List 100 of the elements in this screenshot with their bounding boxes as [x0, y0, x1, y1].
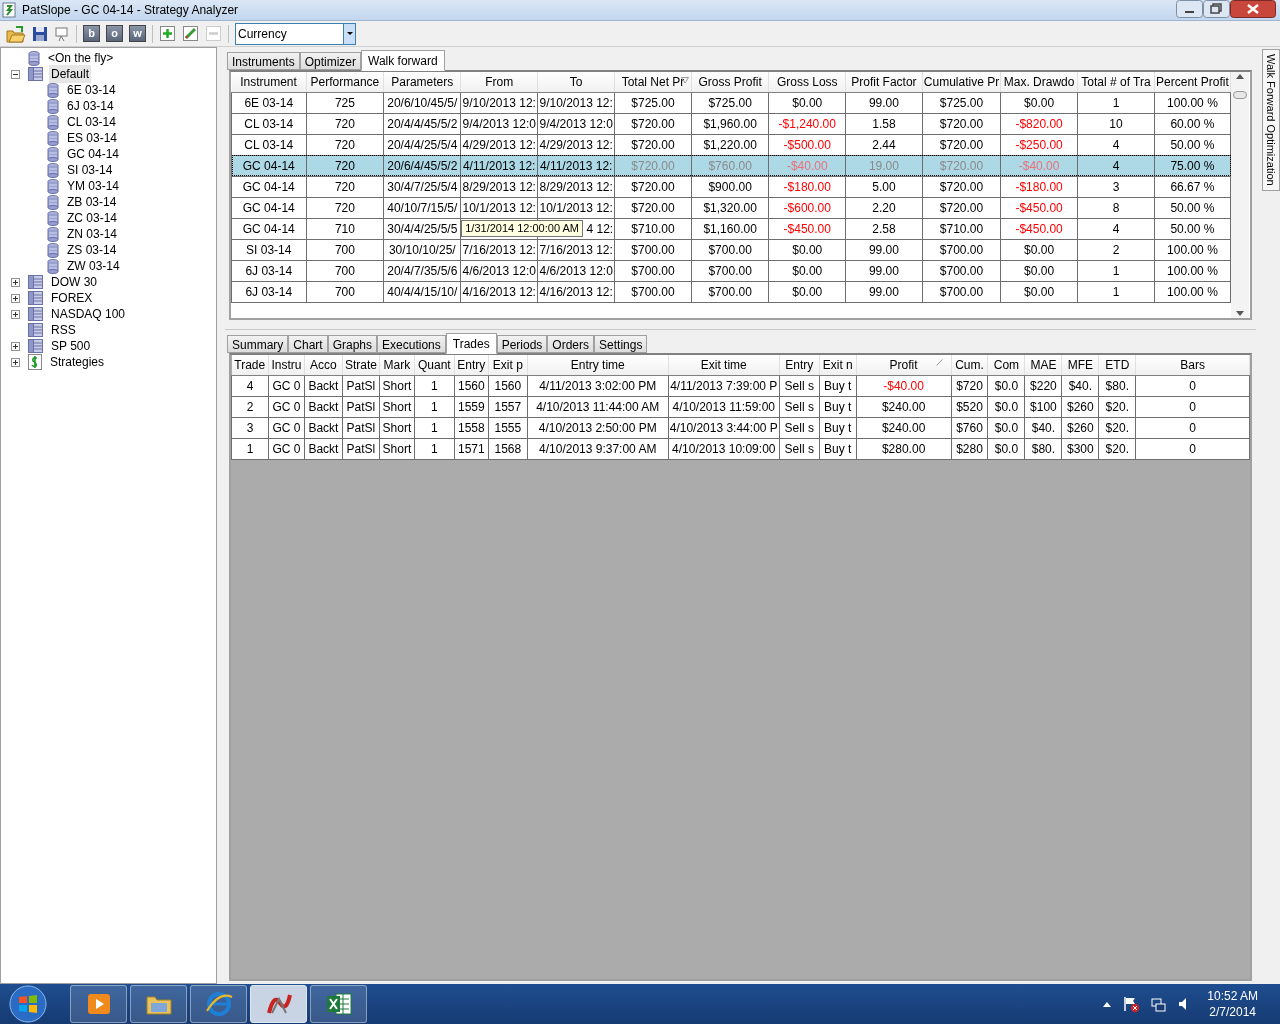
tab[interactable]: Chart	[288, 335, 328, 353]
column-header[interactable]: Profit Factor	[845, 72, 923, 92]
column-header[interactable]: To	[537, 72, 615, 92]
scroll-up-icon[interactable]	[1236, 74, 1244, 79]
toolbar-button[interactable]: o	[106, 25, 123, 42]
tree-item[interactable]: ES 03-14	[65, 129, 120, 147]
tree-item[interactable]: ZW 03-14	[65, 257, 122, 275]
taskbar-button[interactable]	[250, 985, 307, 1023]
column-header[interactable]: Exit time	[668, 355, 780, 375]
add-icon[interactable]	[159, 25, 176, 42]
tree-item[interactable]: 6J 03-14	[65, 97, 116, 115]
column-header[interactable]: Cum.	[951, 355, 988, 375]
tab[interactable]: Periods	[496, 335, 548, 353]
scrollbar[interactable]	[1231, 72, 1249, 318]
open-folder-icon[interactable]	[6, 24, 26, 43]
tab[interactable]: Optimizer	[299, 52, 362, 70]
column-header[interactable]: Instrument	[231, 72, 307, 92]
column-header[interactable]: Gross Profit	[691, 72, 769, 92]
tab[interactable]: Orders	[547, 335, 595, 353]
side-tab[interactable]: Walk Forward Optimization	[1262, 49, 1280, 191]
column-header[interactable]: Total # of Tra	[1077, 72, 1155, 92]
expand-icon[interactable]	[10, 357, 20, 367]
column-header[interactable]: Com	[987, 355, 1025, 375]
caret-icon[interactable]	[346, 32, 353, 35]
column-header[interactable]: MAE	[1024, 355, 1062, 375]
column-header[interactable]: Exit p	[488, 355, 528, 375]
expand-icon[interactable]	[10, 293, 20, 303]
show-hidden-icon[interactable]	[1103, 1001, 1112, 1007]
column-header[interactable]: Acco	[304, 355, 343, 375]
tree-item[interactable]: ZC 03-14	[65, 209, 120, 227]
speaker-icon[interactable]	[1178, 997, 1188, 1011]
close-button[interactable]	[1230, 0, 1276, 18]
tree-item[interactable]: ZN 03-14	[65, 225, 120, 243]
table-row[interactable]: GC 04-14 720 20/6/4/45/5/2 4/11/2013 12: 4/11/2013 12: $720.00 $760.00 -$40.00 19.00 $720.00 -$40.00 4 75.00 %	[231, 155, 1231, 176]
column-header[interactable]: Cumulative Pr	[922, 72, 1001, 92]
tree-item[interactable]: SI 03-14	[65, 161, 115, 179]
network-icon[interactable]	[1151, 996, 1167, 1012]
table-row[interactable]: GC 04-14 720 30/4/7/25/5/4 8/29/2013 12: 8/29/2013 12: $720.00 $900.00 -$180.00 5.00 $720.00 -$180.00 3 66.67 %	[231, 176, 1231, 197]
tree-item[interactable]: DOW 30	[49, 273, 99, 291]
column-header[interactable]: Total Net Pr	[614, 72, 692, 92]
tree-item[interactable]: FOREX	[49, 289, 95, 307]
column-header[interactable]: Max. Drawdo	[1000, 72, 1078, 92]
tab[interactable]: Trades	[445, 333, 497, 354]
column-header[interactable]: Performance	[306, 72, 384, 92]
tab[interactable]: Settings	[594, 335, 648, 353]
pencil-icon[interactable]	[182, 25, 199, 42]
column-header[interactable]: Entry time	[527, 355, 669, 375]
save-icon[interactable]	[32, 25, 48, 42]
tab[interactable]: Graphs	[327, 335, 378, 353]
clock-time[interactable]: 10:52 AM	[1207, 988, 1258, 1004]
tree-item[interactable]: RSS	[49, 321, 78, 339]
toolbar-button[interactable]: b	[83, 25, 100, 42]
scroll-thumb[interactable]	[1233, 91, 1247, 99]
tree-item[interactable]: NASDAQ 100	[49, 305, 128, 323]
column-header[interactable]: Percent Profit	[1154, 72, 1231, 92]
tab[interactable]: Walk forward	[361, 50, 445, 71]
collapse-icon[interactable]	[10, 69, 20, 79]
column-header[interactable]: Quant	[414, 355, 455, 375]
column-header[interactable]: Profit	[856, 355, 951, 375]
tree-item[interactable]: SP 500	[49, 337, 93, 355]
table-row[interactable]: GC 04-14 710 30/4/4/25/5/5 1/31/2014 12:00:00 AM 4 12: $710.00 $1,160.00 -$450.00 2.58 $710.00 -$450.00 4 50.00 %	[231, 218, 1231, 239]
sort-ascending-icon[interactable]	[935, 359, 943, 366]
tab[interactable]: Executions	[377, 335, 446, 353]
column-header[interactable]: Bars	[1135, 355, 1250, 375]
start-button[interactable]	[8, 984, 48, 1024]
expand-icon[interactable]	[10, 309, 20, 319]
table-row[interactable]: CL 03-14 720 20/4/4/25/5/4 4/29/2013 12: 4/29/2013 12: $720.00 $1,220.00 -$500.00 2.44 $720.00 -$250.00 4 50.00 %	[231, 134, 1231, 155]
tree-item[interactable]: GC 04-14	[65, 145, 122, 163]
table-row[interactable]: CL 03-14 720 20/4/4/45/5/2 9/4/2013 12:0 9/4/2013 12:0 $720.00 $1,960.00 -$1,240.00 1.58 $720.00 -$820.00 10 60.00 %	[231, 113, 1231, 134]
restore-button[interactable]	[1203, 0, 1230, 18]
column-header[interactable]: Gross Loss	[768, 72, 846, 92]
tree-item[interactable]: Default	[49, 65, 92, 83]
clock-date[interactable]: 2/7/2014	[1209, 1004, 1256, 1020]
tab[interactable]: Instruments	[227, 52, 300, 70]
expand-icon[interactable]	[10, 277, 20, 287]
tree-item[interactable]: Strategies	[48, 353, 107, 371]
flag-icon[interactable]	[1123, 996, 1140, 1012]
tree-item[interactable]: CL 03-14	[65, 113, 118, 131]
table-row[interactable]: 6J 03-14 700 20/4/7/35/5/6 4/6/2013 12:0 4/6/2013 12:0 $700.00 $700.00 $0.00 99.00 $700.00 $0.00 1 100.00 %	[231, 260, 1231, 281]
table-row[interactable]: 6J 03-14 700 40/4/4/15/10/ 4/16/2013 12: 4/16/2013 12: $700.00 $700.00 $0.00 99.00 $700.00 $0.00 1 100.00 %	[231, 281, 1231, 302]
tree-item[interactable]: <On the fly>	[46, 49, 116, 67]
tree-item[interactable]: ZS 03-14	[65, 241, 119, 259]
expand-icon[interactable]	[10, 341, 20, 351]
tree-item[interactable]: YM 03-14	[65, 177, 122, 195]
column-header[interactable]: Mark	[379, 355, 415, 375]
column-header[interactable]: Entry	[454, 355, 489, 375]
presentation-icon[interactable]	[54, 25, 70, 42]
column-header[interactable]: Parameters	[383, 72, 461, 92]
minimize-button[interactable]	[1176, 0, 1203, 18]
table-row[interactable]: 6E 03-14 725 20/6/10/45/5/ 9/10/2013 12: 9/10/2013 12: $725.00 $725.00 $0.00 99.00 $725.00 $0.00 1 100.00 %	[231, 92, 1231, 113]
column-header[interactable]: Strate	[342, 355, 380, 375]
scroll-down-icon[interactable]	[1236, 311, 1244, 316]
tree-item[interactable]: ZB 03-14	[65, 193, 119, 211]
table-row[interactable]: SI 03-14 700 30/10/10/25/ 7/16/2013 12: 7/16/2013 12: $700.00 $700.00 $0.00 99.00 $700.00 $0.00 2 100.00 %	[231, 239, 1231, 260]
currency-dropdown[interactable]: Currency	[235, 22, 356, 45]
tab[interactable]: Summary	[227, 335, 289, 353]
tree-item[interactable]: 6E 03-14	[65, 81, 118, 99]
column-header[interactable]: Instru	[268, 355, 305, 375]
table-row[interactable]: GC 04-14 720 40/10/7/15/5/ 10/1/2013 12: 10/1/2013 12: $720.00 $1,320.00 -$600.00 2.20 $720.00 -$450.00 8 50.00 %	[231, 197, 1231, 218]
column-header[interactable]: Trade	[231, 355, 269, 375]
